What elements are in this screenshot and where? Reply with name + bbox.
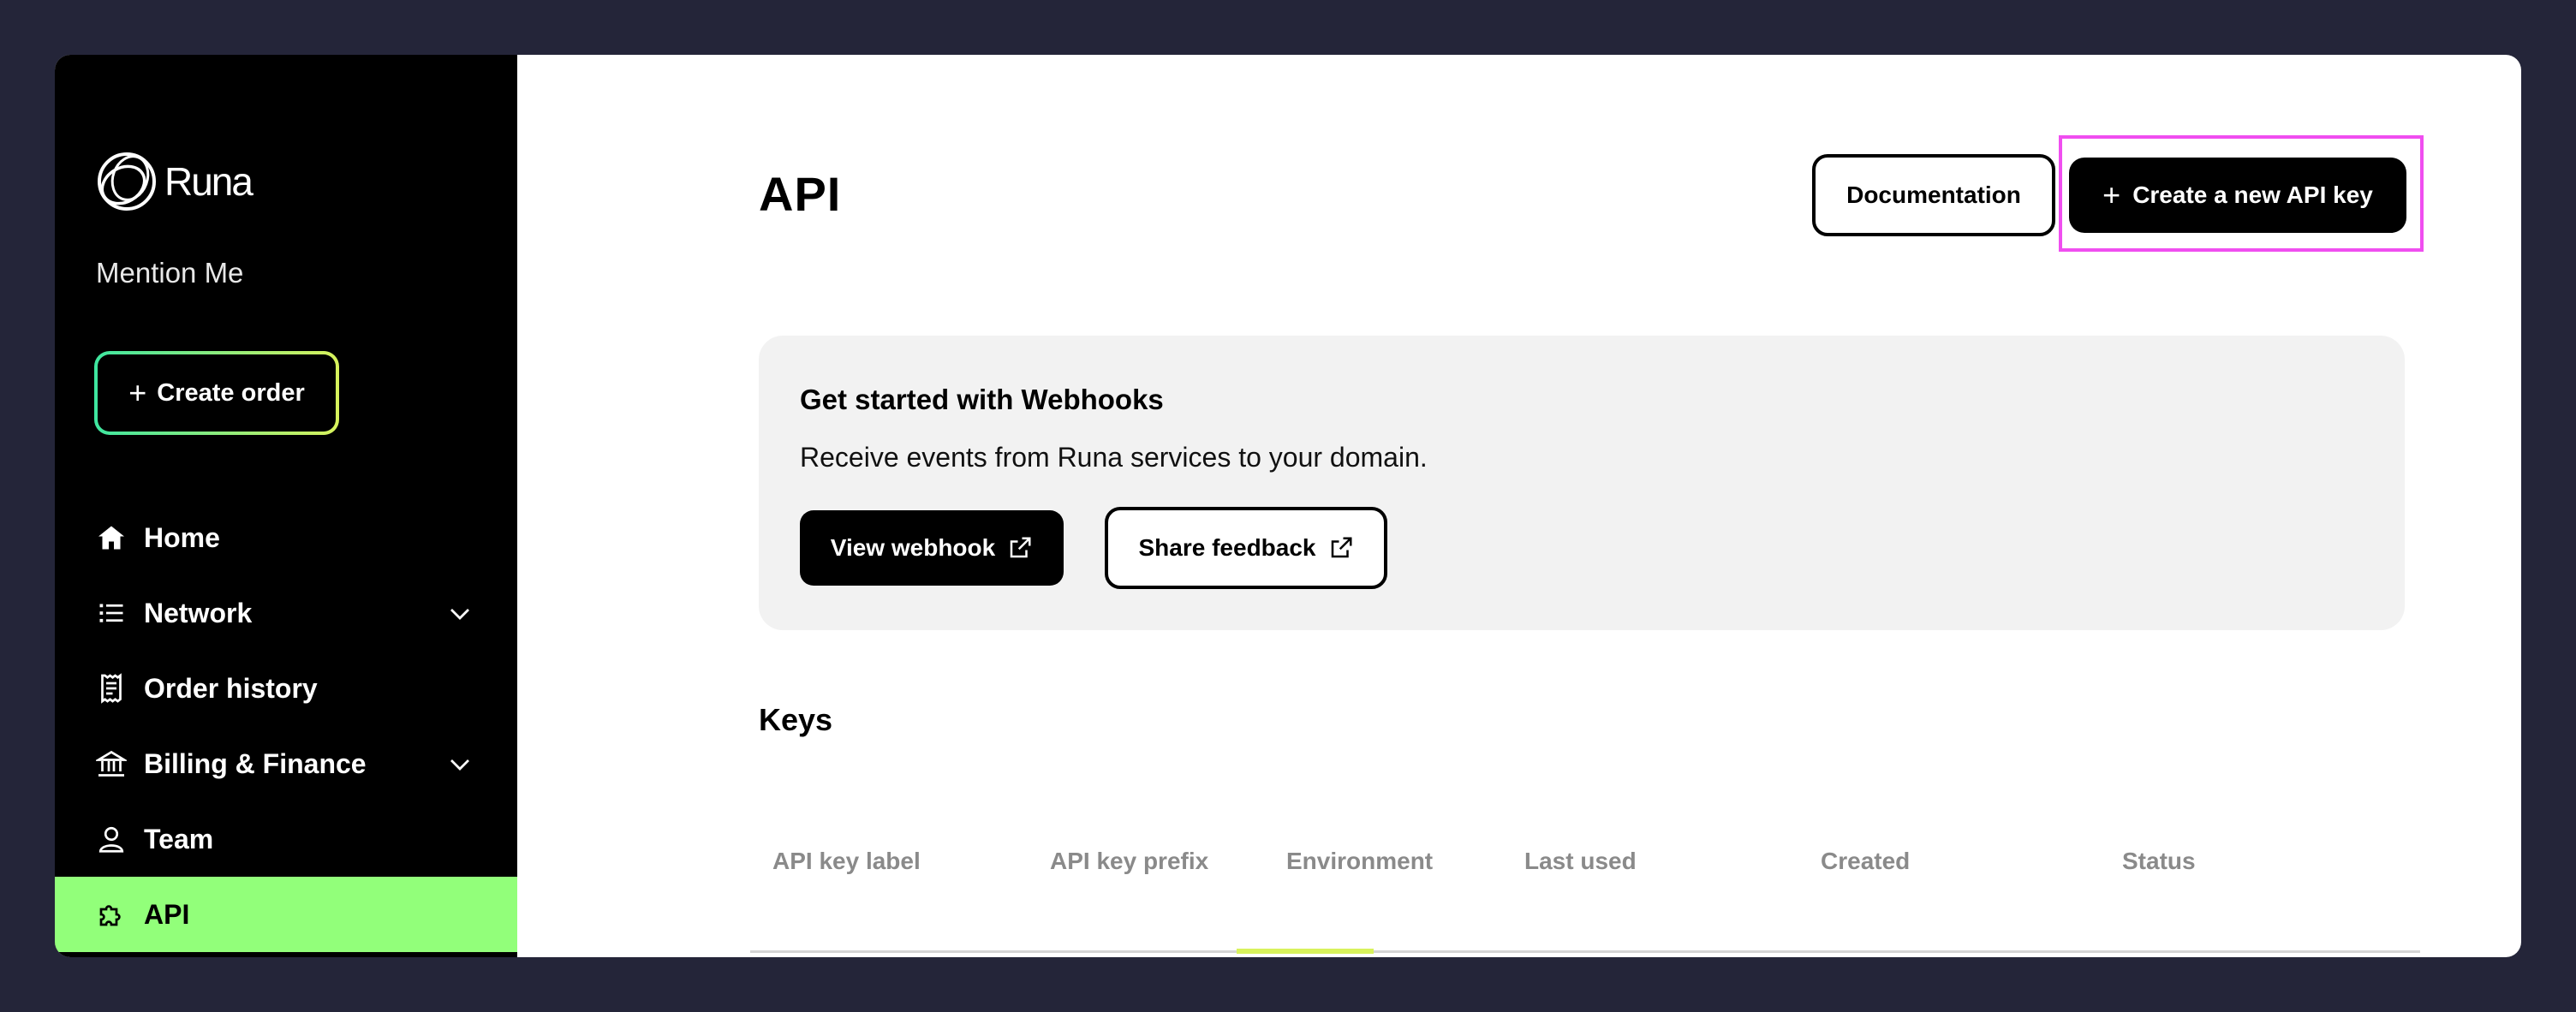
keys-table-header: API key label API key prefix Environment… — [517, 837, 2521, 889]
sidebar-item-label: API — [144, 898, 190, 930]
sidebar-item-api[interactable]: API — [55, 877, 517, 952]
sidebar-item-label: Order history — [144, 672, 318, 704]
share-feedback-label: Share feedback — [1138, 534, 1316, 561]
sidebar-item-label: Team — [144, 823, 214, 854]
runa-logo-icon — [98, 152, 156, 211]
sidebar-nav: Home Network Order history Billing & Fin… — [55, 500, 517, 952]
plus-icon: + — [2102, 177, 2121, 212]
user-icon — [96, 824, 127, 854]
sidebar-item-label: Home — [144, 521, 220, 553]
view-webhook-label: View webhook — [830, 534, 996, 561]
view-webhook-button[interactable]: View webhook — [800, 510, 1064, 586]
column-header[interactable]: Environment — [1286, 848, 1433, 875]
logo[interactable]: Runa — [94, 149, 253, 214]
main-content: API Documentation + Create a new API key… — [517, 55, 2521, 957]
create-order-button[interactable]: + Create order — [94, 351, 339, 435]
logo-text: Runa — [164, 159, 253, 204]
column-header[interactable]: API key label — [772, 848, 921, 875]
sidebar-item-order-history[interactable]: Order history — [55, 651, 517, 726]
documentation-button[interactable]: Documentation — [1812, 154, 2055, 236]
keys-section-title: Keys — [759, 702, 833, 737]
column-header[interactable]: API key prefix — [1050, 848, 1208, 875]
sidebar-item-team[interactable]: Team — [55, 801, 517, 877]
column-header[interactable]: Last used — [1524, 848, 1637, 875]
table-accent-bar — [1237, 949, 1374, 954]
puzzle-icon — [96, 899, 127, 930]
sidebar: Runa Mention Me + Create order Home Netw… — [55, 55, 517, 957]
app-window: Runa Mention Me + Create order Home Netw… — [55, 55, 2521, 957]
create-order-label: Create order — [157, 378, 305, 407]
list-icon — [96, 598, 127, 628]
sidebar-item-network[interactable]: Network — [55, 575, 517, 651]
bank-icon — [96, 748, 127, 779]
create-api-key-button[interactable]: + Create a new API key — [2069, 158, 2406, 233]
webhooks-title: Get started with Webhooks — [800, 384, 1164, 415]
plus-icon: + — [128, 375, 147, 410]
external-link-icon — [1010, 537, 1031, 558]
share-feedback-button[interactable]: Share feedback — [1105, 507, 1387, 589]
webhooks-card: Get started with Webhooks Receive events… — [759, 336, 2405, 630]
chevron-down-icon[interactable] — [447, 752, 473, 777]
sidebar-item-home[interactable]: Home — [55, 500, 517, 575]
home-icon — [96, 522, 127, 553]
external-link-icon — [1331, 537, 1351, 558]
sidebar-item-label: Network — [144, 597, 253, 628]
create-api-key-label: Create a new API key — [2132, 182, 2373, 208]
chevron-down-icon[interactable] — [447, 601, 473, 627]
organization-name: Mention Me — [96, 257, 244, 289]
column-header[interactable]: Created — [1821, 848, 1910, 875]
receipt-icon — [96, 673, 127, 704]
sidebar-item-label: Billing & Finance — [144, 747, 367, 779]
column-header[interactable]: Status — [2122, 848, 2196, 875]
webhooks-description: Receive events from Runa services to you… — [800, 442, 1428, 473]
sidebar-item-billing-finance[interactable]: Billing & Finance — [55, 726, 517, 801]
page-title: API — [759, 167, 842, 221]
table-divider — [750, 950, 2420, 953]
